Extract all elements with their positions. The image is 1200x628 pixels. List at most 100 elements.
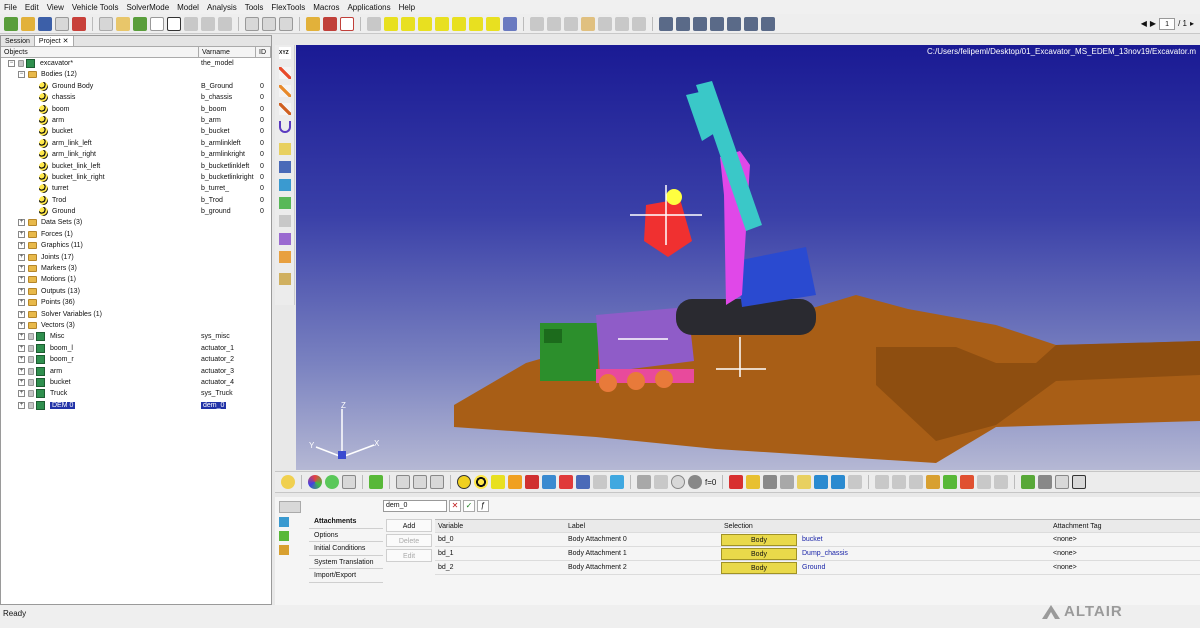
tree-item-body[interactable]: Ground Body B_Ground 0 (1, 81, 271, 92)
tree-item-bodies-folder[interactable]: − Bodies (12) (1, 69, 271, 80)
tree-item-system[interactable]: + boom_r actuator_2 (1, 354, 271, 365)
tree-item-system[interactable]: + DEM 0 dem_0 (1, 400, 271, 411)
menu-analysis[interactable]: Analysis (207, 3, 237, 12)
tree-item-folder[interactable]: + Motions (1) (1, 274, 271, 285)
zoom-fit-icon[interactable] (367, 16, 381, 31)
window-split-6-icon[interactable] (744, 16, 758, 31)
zoom-in-icon[interactable] (547, 16, 561, 31)
plot-icon[interactable] (306, 16, 320, 31)
expand-icon[interactable]: + (18, 310, 25, 318)
row-attachment-tag[interactable]: <none> (1050, 561, 1077, 575)
add-button[interactable]: Add (386, 519, 432, 532)
view-iso-icon[interactable] (486, 16, 500, 31)
bushing-create-icon[interactable] (610, 475, 624, 489)
paste-icon[interactable] (279, 16, 293, 31)
form-icon[interactable] (831, 475, 846, 489)
force-create-icon[interactable] (559, 475, 573, 489)
vector-icon[interactable] (279, 85, 291, 97)
copy-icon[interactable] (262, 16, 276, 31)
expand-icon[interactable]: + (18, 321, 25, 329)
tree-item-folder[interactable]: + Graphics (11) (1, 240, 271, 251)
zoom-icon[interactable] (530, 16, 544, 31)
view-back-icon[interactable] (401, 16, 415, 31)
table-row[interactable]: bd_2 Body Attachment 2 Body Ground <none> (435, 561, 1200, 575)
col-id[interactable]: ID (256, 47, 271, 57)
force-icon[interactable] (279, 197, 291, 209)
output-icon[interactable] (279, 233, 291, 245)
view-options-icon[interactable] (503, 16, 517, 31)
window-split-2-icon[interactable] (676, 16, 690, 31)
entity-type-button[interactable]: Body (721, 562, 797, 574)
page-number-input[interactable]: 1 (1159, 17, 1176, 30)
view-left-icon[interactable] (418, 16, 432, 31)
panel-back-forward[interactable] (279, 501, 301, 513)
expand-icon[interactable]: + (18, 219, 25, 227)
menu-help[interactable]: Help (399, 3, 415, 12)
tree-item-folder[interactable]: + Forces (1) (1, 229, 271, 240)
col-varname[interactable]: Varname (199, 47, 256, 57)
curve-icon[interactable] (763, 475, 778, 489)
output-create-icon[interactable] (729, 475, 744, 489)
motion-create-icon[interactable] (637, 475, 651, 489)
row-attachment-tag[interactable]: <none> (1050, 533, 1077, 547)
expand-icon[interactable]: + (18, 242, 25, 250)
view-top-icon[interactable] (452, 16, 466, 31)
tree-item-body[interactable]: chassis b_chassis 0 (1, 92, 271, 103)
graphic-create-icon[interactable] (542, 475, 556, 489)
expand-icon[interactable]: + (18, 367, 25, 375)
layout-icon[interactable] (184, 16, 198, 31)
window-split-3-icon[interactable] (693, 16, 707, 31)
rotate-icon[interactable] (615, 16, 629, 31)
col-objects[interactable]: Objects (1, 47, 199, 57)
entity-name-input[interactable]: dem_0 (383, 500, 447, 512)
open-icon[interactable] (21, 16, 35, 31)
menu-macros[interactable]: Macros (313, 3, 339, 12)
cut-icon[interactable] (245, 16, 259, 31)
tab-attachments[interactable]: Attachments (309, 515, 383, 529)
system-icon[interactable] (1021, 475, 1036, 489)
menu-tools[interactable]: Tools (245, 3, 264, 12)
expand-icon[interactable]: + (18, 401, 25, 409)
marker-icon[interactable] (279, 103, 291, 115)
menu-solvermode[interactable]: SolverMode (126, 3, 169, 12)
tab-session[interactable]: Session (1, 36, 35, 46)
spin-icon[interactable] (632, 16, 646, 31)
tree-item-folder[interactable]: + Joints (17) (1, 252, 271, 263)
palette-icon[interactable] (281, 475, 295, 489)
close-tab-icon[interactable]: ✕ (63, 38, 69, 45)
tree-item-system[interactable]: + Misc sys_misc (1, 331, 271, 342)
selection-collector[interactable]: Ground (799, 561, 825, 575)
point-create-icon[interactable] (457, 475, 471, 489)
spring-icon[interactable] (279, 143, 291, 155)
sensor-icon[interactable] (977, 475, 992, 489)
undo-icon[interactable] (55, 16, 69, 31)
apply-icon[interactable]: ✓ (463, 500, 475, 512)
delete-button[interactable]: Delete (386, 534, 432, 547)
layout-2-icon[interactable] (201, 16, 215, 31)
redo-icon[interactable] (72, 16, 86, 31)
render-icon[interactable] (325, 475, 339, 489)
image-icon[interactable] (396, 475, 410, 489)
window-split-7-icon[interactable] (761, 16, 775, 31)
joint-create-icon[interactable] (525, 475, 539, 489)
tree-item-body[interactable]: Ground b_ground 0 (1, 206, 271, 217)
expand-icon[interactable]: + (18, 230, 25, 238)
spline-icon[interactable] (797, 475, 812, 489)
tree-item-body[interactable]: bucket b_bucket 0 (1, 126, 271, 137)
prev-page-icon[interactable]: ◀ (1141, 19, 1147, 28)
expand-icon[interactable]: + (18, 265, 25, 273)
table-row[interactable]: bd_1 Body Attachment 1 Body Dump_chassis <no… (435, 547, 1200, 561)
expand-icon[interactable]: + (18, 333, 25, 341)
beam-create-icon[interactable] (593, 475, 607, 489)
new-model-icon[interactable] (4, 16, 18, 31)
animate-icon[interactable] (323, 16, 337, 31)
contact-icon[interactable] (671, 475, 685, 489)
tree-item-body[interactable]: boom b_boom 0 (1, 104, 271, 115)
fmu-icon[interactable] (994, 475, 1009, 489)
tree-item-body[interactable]: arm_link_right b_armlinkright 0 (1, 149, 271, 160)
tree-item-folder[interactable]: + Outputs (13) (1, 286, 271, 297)
entity-type-button[interactable]: Body (721, 548, 797, 560)
tab-options[interactable]: Options (309, 529, 383, 542)
graph-icon[interactable] (340, 16, 354, 31)
point-icon[interactable] (279, 67, 291, 79)
